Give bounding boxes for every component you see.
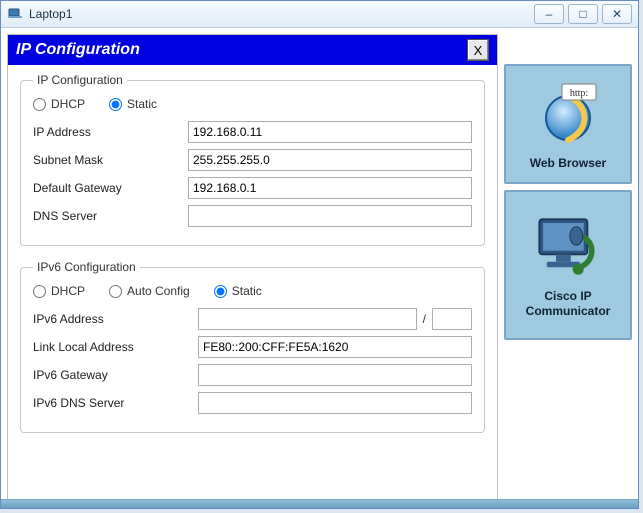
ip-address-input[interactable] xyxy=(188,121,472,143)
ipv6-dhcp-radio[interactable] xyxy=(33,285,46,298)
web-browser-icon: http: xyxy=(532,78,604,150)
ipv6-gateway-input[interactable] xyxy=(198,364,472,386)
ipv4-group: IP Configuration DHCP Static IP Address xyxy=(20,73,485,246)
content-area: IP Configuration X IP Configuration DHCP… xyxy=(1,28,638,508)
ipv4-dhcp-option[interactable]: DHCP xyxy=(33,97,85,111)
panel-close-button[interactable]: X xyxy=(467,39,489,61)
maximize-button[interactable]: □ xyxy=(568,4,598,24)
app-window: Laptop1 – □ ✕ IP Configuration X IP Conf… xyxy=(0,0,639,509)
window-close-button[interactable]: ✕ xyxy=(602,4,632,24)
ipv6-autoconfig-radio[interactable] xyxy=(109,285,122,298)
web-browser-caption: Web Browser xyxy=(530,156,606,171)
ipv6-prefix-input[interactable] xyxy=(432,308,472,330)
ipv4-mode-row: DHCP Static xyxy=(33,97,472,111)
config-panel: IP Configuration X IP Configuration DHCP… xyxy=(7,34,498,502)
subnet-mask-input[interactable] xyxy=(188,149,472,171)
subnet-mask-label: Subnet Mask xyxy=(33,153,188,167)
ipv6-static-option[interactable]: Static xyxy=(214,284,262,298)
dns-server-label: DNS Server xyxy=(33,209,188,223)
ipv6-static-radio[interactable] xyxy=(214,285,227,298)
link-local-label: Link Local Address xyxy=(33,340,198,354)
ipv6-autoconfig-option[interactable]: Auto Config xyxy=(109,284,190,298)
bottom-accent-bar xyxy=(1,499,638,508)
ipv4-dhcp-radio[interactable] xyxy=(33,98,46,111)
laptop-icon xyxy=(7,6,23,22)
desktop-icons-column: http: Web Browser xyxy=(504,64,632,502)
ipv4-static-radio[interactable] xyxy=(109,98,122,111)
ipv6-mode-row: DHCP Auto Config Static xyxy=(33,284,472,298)
minimize-button[interactable]: – xyxy=(534,4,564,24)
ipv6-dns-input[interactable] xyxy=(198,392,472,414)
ipv4-legend: IP Configuration xyxy=(33,73,127,87)
dns-server-input[interactable] xyxy=(188,205,472,227)
svg-text:http:: http: xyxy=(570,88,588,99)
cisco-communicator-icon xyxy=(532,211,604,283)
form-pane: IP Configuration DHCP Static IP Address xyxy=(8,65,497,461)
ipv6-dns-label: IPv6 DNS Server xyxy=(33,396,198,410)
ipv4-static-option[interactable]: Static xyxy=(109,97,157,111)
ipv6-gateway-label: IPv6 Gateway xyxy=(33,368,198,382)
ipv6-address-label: IPv6 Address xyxy=(33,312,198,326)
titlebar: Laptop1 – □ ✕ xyxy=(1,1,638,28)
panel-header: IP Configuration X xyxy=(8,35,497,65)
web-browser-launcher[interactable]: http: Web Browser xyxy=(504,64,632,184)
ipv6-group: IPv6 Configuration DHCP Auto Config S xyxy=(20,260,485,433)
ipv6-dhcp-option[interactable]: DHCP xyxy=(33,284,85,298)
ipv6-prefix-separator: / xyxy=(417,312,432,326)
ipv6-address-input[interactable] xyxy=(198,308,417,330)
default-gateway-label: Default Gateway xyxy=(33,181,188,195)
cisco-communicator-caption: Cisco IP Communicator xyxy=(508,289,628,319)
ip-address-label: IP Address xyxy=(33,125,188,139)
window-title: Laptop1 xyxy=(29,7,530,21)
ipv6-legend: IPv6 Configuration xyxy=(33,260,140,274)
default-gateway-input[interactable] xyxy=(188,177,472,199)
panel-title: IP Configuration xyxy=(16,41,467,59)
cisco-communicator-launcher[interactable]: Cisco IP Communicator xyxy=(504,190,632,340)
link-local-input[interactable] xyxy=(198,336,472,358)
